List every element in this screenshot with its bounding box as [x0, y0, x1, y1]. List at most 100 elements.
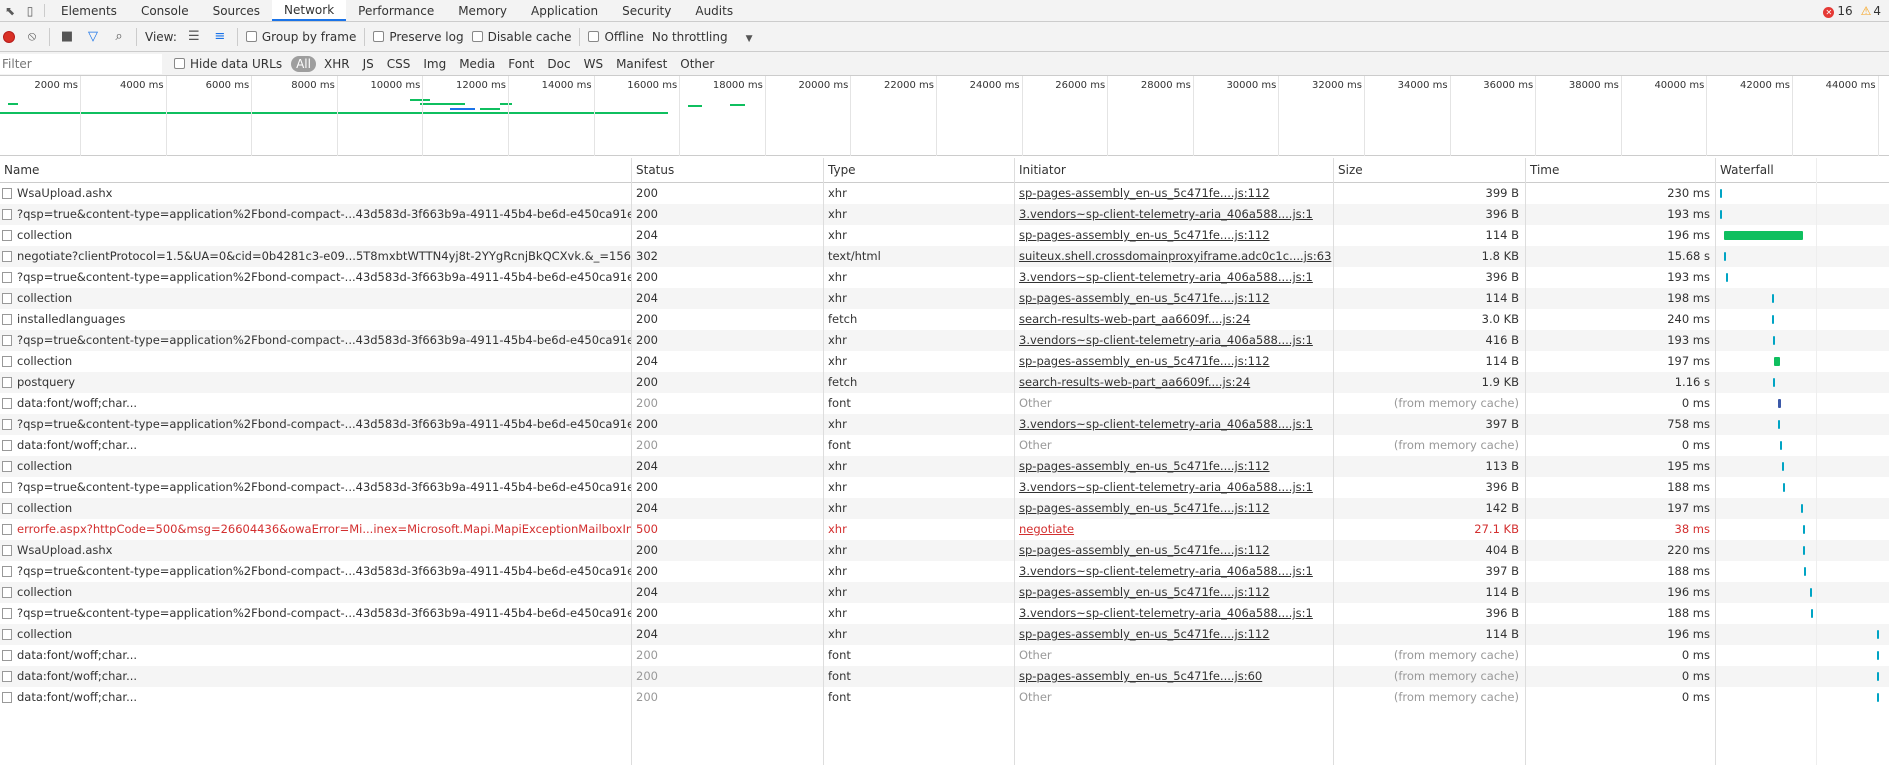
tab-memory[interactable]: Memory — [446, 0, 519, 21]
table-row[interactable]: collection 204 xhr sp-pages-assembly_en-us_… — [0, 288, 1889, 309]
request-initiator[interactable]: suiteux.shell.crossdomainproxyiframe.adc… — [1019, 246, 1334, 267]
waterfall-bar[interactable] — [1783, 483, 1785, 492]
filter-icon[interactable]: ▽ — [84, 29, 102, 44]
record-button[interactable] — [3, 30, 15, 43]
screenshot-camera-icon[interactable]: ■ — [58, 29, 76, 44]
filter-type-ws[interactable]: WS — [579, 56, 608, 72]
waterfall-bar[interactable] — [1726, 273, 1728, 282]
request-initiator[interactable]: 3.vendors~sp-client-telemetry-aria_406a5… — [1019, 477, 1334, 498]
table-row[interactable]: ?qsp=true&content-type=application%2Fbon… — [0, 267, 1889, 288]
tab-elements[interactable]: Elements — [49, 0, 129, 21]
column-header-name[interactable]: Name — [0, 158, 39, 183]
waterfall-bar[interactable] — [1877, 693, 1879, 702]
table-row[interactable]: postquery 200 fetch search-results-web-part… — [0, 372, 1889, 393]
waterfall-bar[interactable] — [1773, 378, 1775, 387]
table-row[interactable]: collection 204 xhr sp-pages-assembly_en-us_… — [0, 624, 1889, 645]
table-row[interactable]: collection 204 xhr sp-pages-assembly_en-us_… — [0, 351, 1889, 372]
waterfall-bar[interactable] — [1801, 504, 1803, 513]
waterfall-bar[interactable] — [1778, 420, 1780, 429]
tab-network[interactable]: Network — [272, 0, 347, 21]
throttling-select[interactable]: No throttling ▼ — [652, 30, 753, 44]
table-row[interactable]: data:font/woff;char... 200 font Other (from … — [0, 435, 1889, 456]
clear-icon[interactable]: ⦸ — [23, 29, 41, 44]
column-header-type[interactable]: Type — [824, 158, 856, 183]
waterfall-bar[interactable] — [1877, 672, 1879, 681]
table-row[interactable]: data:font/woff;char... 200 font Other (from … — [0, 645, 1889, 666]
request-initiator[interactable]: sp-pages-assembly_en-us_5c471fe....js:11… — [1019, 582, 1334, 603]
waterfall-bar[interactable] — [1720, 189, 1722, 198]
request-initiator[interactable]: 3.vendors~sp-client-telemetry-aria_406a5… — [1019, 603, 1334, 624]
tab-security[interactable]: Security — [610, 0, 683, 21]
waterfall-bar[interactable] — [1778, 399, 1781, 408]
request-initiator[interactable]: 3.vendors~sp-client-telemetry-aria_406a5… — [1019, 414, 1334, 435]
group-by-frame-checkbox[interactable]: Group by frame — [245, 30, 356, 44]
filter-type-doc[interactable]: Doc — [542, 56, 575, 72]
filter-type-media[interactable]: Media — [454, 56, 500, 72]
overview-timeline[interactable]: 2000 ms 4000 ms 6000 ms 8000 ms 10000 ms 1200… — [0, 76, 1889, 156]
table-row[interactable]: installedlanguages 200 fetch search-results… — [0, 309, 1889, 330]
disable-cache-checkbox[interactable]: Disable cache — [471, 30, 571, 44]
waterfall-bar[interactable] — [1772, 294, 1774, 303]
request-initiator[interactable]: sp-pages-assembly_en-us_5c471fe....js:11… — [1019, 540, 1334, 561]
tab-console[interactable]: Console — [129, 0, 201, 21]
device-toolbar-icon[interactable]: ▯ — [20, 0, 40, 21]
table-row[interactable]: data:font/woff;char... 200 font Other (from … — [0, 687, 1889, 708]
waterfall-bar[interactable] — [1803, 525, 1805, 534]
filter-type-font[interactable]: Font — [503, 56, 539, 72]
waterfall-view-icon[interactable]: ≡ — [211, 29, 229, 44]
request-initiator[interactable]: search-results-web-part_aa6609f....js:24 — [1019, 309, 1334, 330]
request-initiator[interactable]: 3.vendors~sp-client-telemetry-aria_406a5… — [1019, 561, 1334, 582]
filter-type-all[interactable]: All — [291, 55, 316, 72]
column-header-status[interactable]: Status — [632, 158, 674, 183]
table-row[interactable]: ?qsp=true&content-type=application%2Fbon… — [0, 414, 1889, 435]
column-header-size[interactable]: Size — [1334, 158, 1363, 183]
table-row[interactable]: collection 204 xhr sp-pages-assembly_en-us_… — [0, 456, 1889, 477]
waterfall-bar[interactable] — [1810, 588, 1812, 597]
waterfall-bar[interactable] — [1773, 336, 1775, 345]
console-counts[interactable]: ✕ 16 ⚠ 4 — [1823, 0, 1889, 21]
inspect-element-icon[interactable]: ⬉ — [0, 0, 20, 21]
request-initiator[interactable]: sp-pages-assembly_en-us_5c471fe....js:11… — [1019, 624, 1334, 645]
preserve-log-checkbox[interactable]: Preserve log — [373, 30, 464, 44]
request-initiator[interactable]: sp-pages-assembly_en-us_5c471fe....js:11… — [1019, 351, 1334, 372]
column-header-initiator[interactable]: Initiator — [1015, 158, 1066, 183]
column-header-waterfall[interactable]: Waterfall — [1716, 158, 1774, 183]
table-row[interactable]: ?qsp=true&content-type=application%2Fbon… — [0, 330, 1889, 351]
waterfall-bar[interactable] — [1724, 252, 1726, 261]
request-initiator[interactable]: search-results-web-part_aa6609f....js:24 — [1019, 372, 1334, 393]
table-row[interactable]: errorfe.aspx?httpCode=500&msg=26604436&o… — [0, 519, 1889, 540]
list-view-icon[interactable]: ☰ — [185, 29, 203, 44]
waterfall-bar[interactable] — [1724, 231, 1803, 240]
table-row[interactable]: ?qsp=true&content-type=application%2Fbon… — [0, 603, 1889, 624]
offline-checkbox[interactable]: Offline — [588, 30, 644, 44]
waterfall-bar[interactable] — [1772, 315, 1774, 324]
table-row[interactable]: WsaUpload.ashx 200 xhr sp-pages-assembly_en… — [0, 183, 1889, 204]
table-row[interactable]: collection 204 xhr sp-pages-assembly_en-us_… — [0, 225, 1889, 246]
waterfall-bar[interactable] — [1780, 441, 1782, 450]
waterfall-bar[interactable] — [1877, 651, 1879, 660]
filter-input[interactable] — [0, 53, 162, 74]
table-row[interactable]: collection 204 xhr sp-pages-assembly_en-us_… — [0, 582, 1889, 603]
request-initiator[interactable]: sp-pages-assembly_en-us_5c471fe....js:11… — [1019, 498, 1334, 519]
request-initiator[interactable]: sp-pages-assembly_en-us_5c471fe....js:11… — [1019, 225, 1334, 246]
table-row[interactable]: negotiate?clientProtocol=1.5&UA=0&cid=0b… — [0, 246, 1889, 267]
tab-application[interactable]: Application — [519, 0, 610, 21]
waterfall-bar[interactable] — [1720, 210, 1722, 219]
tab-performance[interactable]: Performance — [346, 0, 446, 21]
table-row[interactable]: data:font/woff;char... 200 font Other (from … — [0, 393, 1889, 414]
request-initiator[interactable]: sp-pages-assembly_en-us_5c471fe....js:11… — [1019, 288, 1334, 309]
hide-data-urls-checkbox[interactable]: Hide data URLs — [174, 57, 282, 71]
waterfall-bar[interactable] — [1877, 630, 1879, 639]
waterfall-bar[interactable] — [1804, 567, 1806, 576]
filter-type-other[interactable]: Other — [675, 56, 719, 72]
tab-sources[interactable]: Sources — [201, 0, 272, 21]
waterfall-bar[interactable] — [1774, 357, 1780, 366]
request-initiator[interactable]: sp-pages-assembly_en-us_5c471fe....js:11… — [1019, 183, 1334, 204]
filter-type-manifest[interactable]: Manifest — [611, 56, 672, 72]
filter-type-js[interactable]: JS — [358, 56, 379, 72]
table-row[interactable]: ?qsp=true&content-type=application%2Fbon… — [0, 204, 1889, 225]
waterfall-bar[interactable] — [1811, 609, 1813, 618]
column-header-time[interactable]: Time — [1526, 158, 1559, 183]
table-row[interactable]: ?qsp=true&content-type=application%2Fbon… — [0, 561, 1889, 582]
request-initiator[interactable]: 3.vendors~sp-client-telemetry-aria_406a5… — [1019, 330, 1334, 351]
